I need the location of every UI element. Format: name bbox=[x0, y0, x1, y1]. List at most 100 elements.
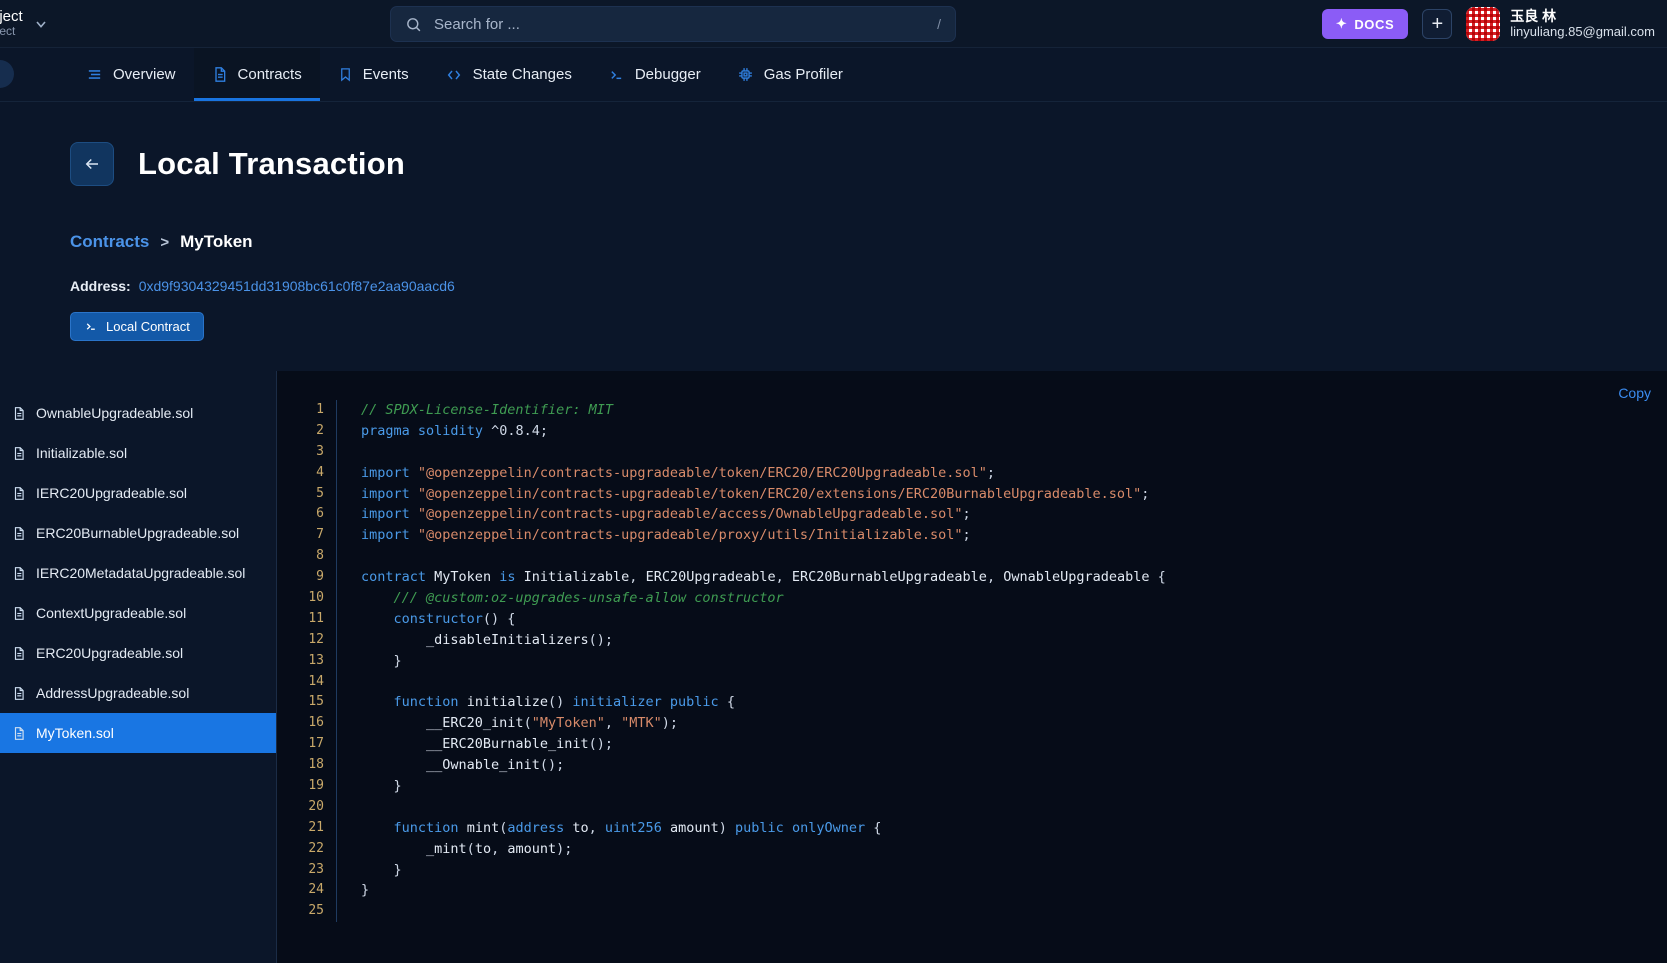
terminal-icon bbox=[86, 323, 95, 330]
file-item-label: ERC20BurnableUpgradeable.sol bbox=[36, 525, 240, 541]
file-item-label: AddressUpgradeable.sol bbox=[36, 685, 190, 701]
local-contract-badge[interactable]: Local Contract bbox=[70, 312, 204, 341]
code-line: __ERC20_init("MyToken", "MTK"); bbox=[426, 715, 679, 732]
file-item[interactable]: ERC20BurnableUpgradeable.sol bbox=[0, 513, 276, 553]
chevron-down-icon bbox=[36, 20, 46, 28]
add-button[interactable]: + bbox=[1422, 9, 1453, 39]
file-item[interactable]: ERC20Upgradeable.sol bbox=[0, 633, 276, 673]
project-switcher-text: roject roject bbox=[0, 9, 23, 37]
title-row: Local Transaction bbox=[70, 142, 1667, 186]
nav-avatar bbox=[0, 60, 14, 88]
page-header: Local Transaction Contracts > MyToken Ad… bbox=[0, 102, 1667, 341]
file-icon bbox=[12, 406, 26, 421]
file-item[interactable]: Initializable.sol bbox=[0, 433, 276, 473]
line-number: 17 bbox=[308, 736, 324, 752]
file-item[interactable]: AddressUpgradeable.sol bbox=[0, 673, 276, 713]
line-number: 18 bbox=[308, 757, 324, 773]
line-number: 14 bbox=[308, 673, 324, 689]
app-root: roject roject / ✦ DOCS + bbox=[0, 0, 1667, 963]
code-line: __Ownable_init(); bbox=[426, 757, 565, 774]
address-value[interactable]: 0xd9f9304329451dd31908bc61c0f87e2aa90aac… bbox=[139, 278, 455, 294]
tab-state-changes[interactable]: State Changes bbox=[427, 48, 590, 101]
file-icon bbox=[12, 726, 26, 741]
page-title: Local Transaction bbox=[138, 146, 405, 181]
line-number: 21 bbox=[308, 819, 324, 835]
line-number: 24 bbox=[308, 882, 324, 898]
line-number: 12 bbox=[308, 631, 324, 647]
code-line: _disableInitializers(); bbox=[426, 631, 613, 648]
main-nav: Overview Contracts Events State Changes … bbox=[0, 48, 1667, 102]
file-item-label: OwnableUpgradeable.sol bbox=[36, 405, 194, 421]
line-number-gutter: 1 2 3 4 5 6 7 8 9 10 11 12 13 14 15 16 17 18 19 20 21 22 23 24 2… bbox=[277, 400, 337, 923]
line-number: 8 bbox=[316, 548, 324, 564]
nav-tabs: Overview Contracts Events State Changes … bbox=[68, 48, 861, 101]
file-item[interactable]: ContextUpgradeable.sol bbox=[0, 593, 276, 633]
document-icon bbox=[212, 66, 228, 83]
file-item[interactable]: OwnableUpgradeable.sol bbox=[0, 393, 276, 433]
file-icon bbox=[12, 566, 26, 581]
avatar bbox=[1466, 7, 1501, 41]
user-name: 玉良 林 bbox=[1510, 8, 1557, 25]
file-item[interactable]: MyToken.sol bbox=[0, 713, 276, 753]
file-item[interactable]: IERC20MetadataUpgradeable.sol bbox=[0, 553, 276, 593]
search-icon bbox=[407, 17, 421, 31]
user-meta: 玉良 林 linyuliang.85@gmail.com bbox=[1510, 8, 1655, 39]
breadcrumb-root[interactable]: Contracts bbox=[70, 232, 149, 252]
file-icon bbox=[12, 486, 26, 501]
address-row: Address: 0xd9f9304329451dd31908bc61c0f87… bbox=[70, 278, 1667, 294]
breadcrumb-current: MyToken bbox=[180, 232, 253, 251]
tab-label: Contracts bbox=[237, 66, 302, 83]
content-split: OwnableUpgradeable.sol Initializable.sol I… bbox=[0, 371, 1667, 963]
code-line: } bbox=[361, 861, 402, 878]
user-email: linyuliang.85@gmail.com bbox=[1510, 23, 1655, 39]
line-number: 22 bbox=[308, 840, 324, 856]
line-number: 9 bbox=[316, 569, 324, 585]
code-scroll-area[interactable]: 1 2 3 4 5 6 7 8 9 10 11 12 13 14 15 16 17 18 19 20 21 22 23 24 2… bbox=[277, 371, 1667, 963]
code-line: } bbox=[361, 778, 402, 795]
line-number: 11 bbox=[308, 610, 324, 626]
list-icon bbox=[86, 66, 103, 83]
top-header: roject roject / ✦ DOCS + bbox=[0, 0, 1667, 48]
terminal-icon bbox=[608, 67, 625, 83]
code-line: import "@openzeppelin/contracts-upgradea… bbox=[361, 506, 971, 523]
file-item[interactable]: IERC20Upgradeable.sol bbox=[0, 473, 276, 513]
search-box[interactable]: / bbox=[390, 6, 956, 42]
code-line: // SPDX-License-Identifier: MIT bbox=[361, 402, 613, 418]
line-number: 7 bbox=[316, 527, 324, 543]
search-shortcut-hint: / bbox=[937, 16, 941, 32]
file-icon bbox=[12, 686, 26, 701]
line-number: 2 bbox=[316, 422, 324, 438]
tab-debugger[interactable]: Debugger bbox=[590, 48, 719, 101]
line-number: 15 bbox=[308, 694, 324, 710]
file-icon bbox=[12, 526, 26, 541]
code-viewer: Copy 1 2 3 4 5 6 7 8 9 10 11 12 13 14 15 16 17 18 19 20 21 22… bbox=[277, 371, 1667, 963]
project-name: roject bbox=[0, 8, 23, 26]
tab-label: Gas Profiler bbox=[763, 66, 843, 83]
code-line: } bbox=[361, 882, 370, 899]
tab-overview[interactable]: Overview bbox=[68, 48, 194, 101]
code-line: contract MyToken is Initializable, ERC20… bbox=[361, 569, 1166, 586]
line-number: 10 bbox=[308, 590, 324, 606]
code-content[interactable]: // SPDX-License-Identifier: MIT pragma so… bbox=[337, 400, 1166, 922]
tab-label: State Changes bbox=[472, 66, 572, 83]
user-menu[interactable]: 玉良 林 linyuliang.85@gmail.com bbox=[1466, 7, 1655, 41]
code-icon bbox=[445, 67, 463, 83]
bookmark-icon bbox=[338, 66, 353, 83]
docs-button[interactable]: ✦ DOCS bbox=[1321, 9, 1409, 39]
tab-gas-profiler[interactable]: Gas Profiler bbox=[719, 48, 861, 101]
tab-events[interactable]: Events bbox=[320, 48, 427, 101]
file-item-label: ContextUpgradeable.sol bbox=[36, 605, 187, 621]
project-switcher[interactable]: roject roject bbox=[0, 9, 116, 37]
code-line: import "@openzeppelin/contracts-upgradea… bbox=[361, 464, 996, 481]
tab-contracts[interactable]: Contracts bbox=[193, 48, 320, 101]
file-item-label: IERC20Upgradeable.sol bbox=[36, 485, 187, 501]
file-item-label: MyToken.sol bbox=[36, 725, 114, 741]
back-button[interactable] bbox=[70, 142, 114, 186]
search-input[interactable] bbox=[434, 15, 926, 33]
code-line: /// @custom:oz-upgrades-unsafe-allow con… bbox=[361, 590, 784, 607]
code-line: import "@openzeppelin/contracts-upgradea… bbox=[361, 485, 1150, 502]
